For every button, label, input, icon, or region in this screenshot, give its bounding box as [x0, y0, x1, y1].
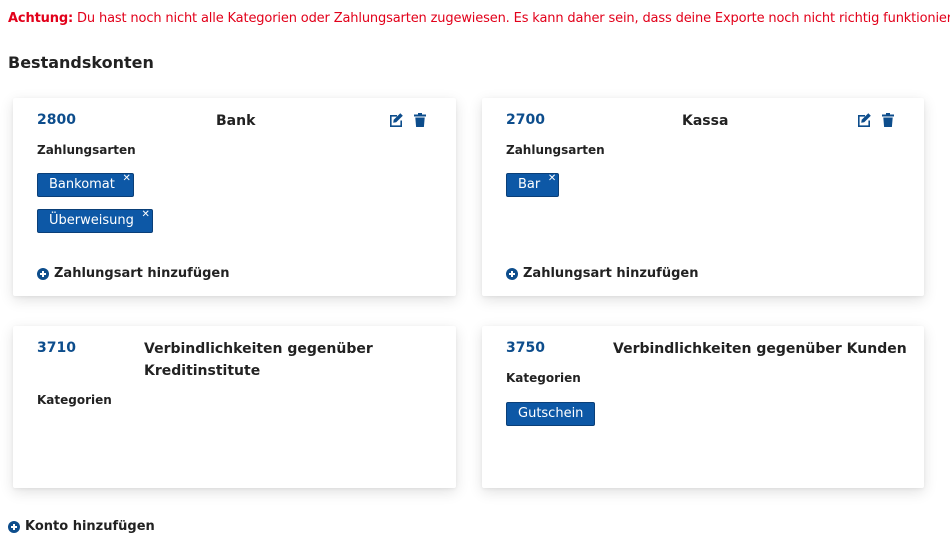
add-payment-method-label: Zahlungsart hinzufügen — [523, 266, 699, 281]
plus-circle-icon — [8, 520, 20, 533]
add-account-button[interactable]: Konto hinzufügen — [8, 519, 155, 534]
categories-label: Kategorien — [506, 371, 581, 385]
plus-circle-icon — [37, 267, 49, 280]
account-name: Bank — [216, 113, 256, 129]
trash-icon[interactable] — [412, 112, 428, 128]
add-payment-method-button[interactable]: Zahlungsart hinzufügen — [37, 266, 229, 281]
card-actions — [388, 112, 428, 128]
account-number: 2800 — [37, 112, 76, 128]
edit-icon[interactable] — [388, 112, 404, 128]
account-card-3710: 3710 Verbindlichkeiten gegenüber Krediti… — [13, 326, 456, 488]
account-number: 2700 — [506, 112, 545, 128]
add-payment-method-label: Zahlungsart hinzufügen — [54, 266, 230, 281]
categories-label: Kategorien — [37, 393, 112, 407]
warning-text: Du hast noch nicht alle Kategorien oder … — [73, 11, 950, 26]
account-card-bank: 2800 Bank Zahlungsarten Bankomat ✕ Überw… — [13, 98, 456, 296]
close-icon[interactable]: ✕ — [548, 173, 556, 185]
add-account-label: Konto hinzufügen — [25, 519, 155, 534]
tag-label: Gutschein — [518, 406, 584, 421]
plus-circle-icon — [506, 267, 518, 280]
account-name: Kassa — [682, 113, 729, 129]
account-name: Verbindlichkeiten gegenüber Kreditinstit… — [144, 341, 373, 379]
warning-prefix: Achtung: — [8, 11, 74, 26]
payment-method-tag[interactable]: Bar ✕ — [506, 173, 560, 197]
close-icon[interactable]: ✕ — [141, 209, 149, 221]
section-title: Bestandskonten — [8, 53, 154, 72]
tag-label: Überweisung — [49, 213, 134, 228]
account-name: Verbindlichkeiten gegenüber Kunden — [613, 341, 907, 357]
account-number: 3750 — [506, 340, 545, 356]
close-icon[interactable]: ✕ — [122, 173, 130, 185]
category-tag[interactable]: Gutschein — [506, 402, 596, 426]
account-number: 3710 — [37, 340, 76, 356]
edit-icon[interactable] — [856, 112, 872, 128]
payment-methods-label: Zahlungsarten — [506, 143, 605, 157]
account-card-kassa: 2700 Kassa Zahlungsarten Bar ✕ Zahlungsa… — [482, 98, 924, 296]
warning-message: Achtung: Du hast noch nicht alle Kategor… — [8, 11, 950, 26]
add-payment-method-button[interactable]: Zahlungsart hinzufügen — [506, 266, 698, 281]
account-card-3750: 3750 Verbindlichkeiten gegenüber Kunden … — [482, 326, 924, 488]
tag-label: Bankomat — [49, 177, 115, 192]
trash-icon[interactable] — [880, 112, 896, 128]
card-actions — [856, 112, 896, 128]
payment-method-tag[interactable]: Überweisung ✕ — [37, 209, 153, 233]
payment-method-tag[interactable]: Bankomat ✕ — [37, 173, 134, 197]
tag-label: Bar — [518, 177, 541, 192]
payment-methods-label: Zahlungsarten — [37, 143, 136, 157]
